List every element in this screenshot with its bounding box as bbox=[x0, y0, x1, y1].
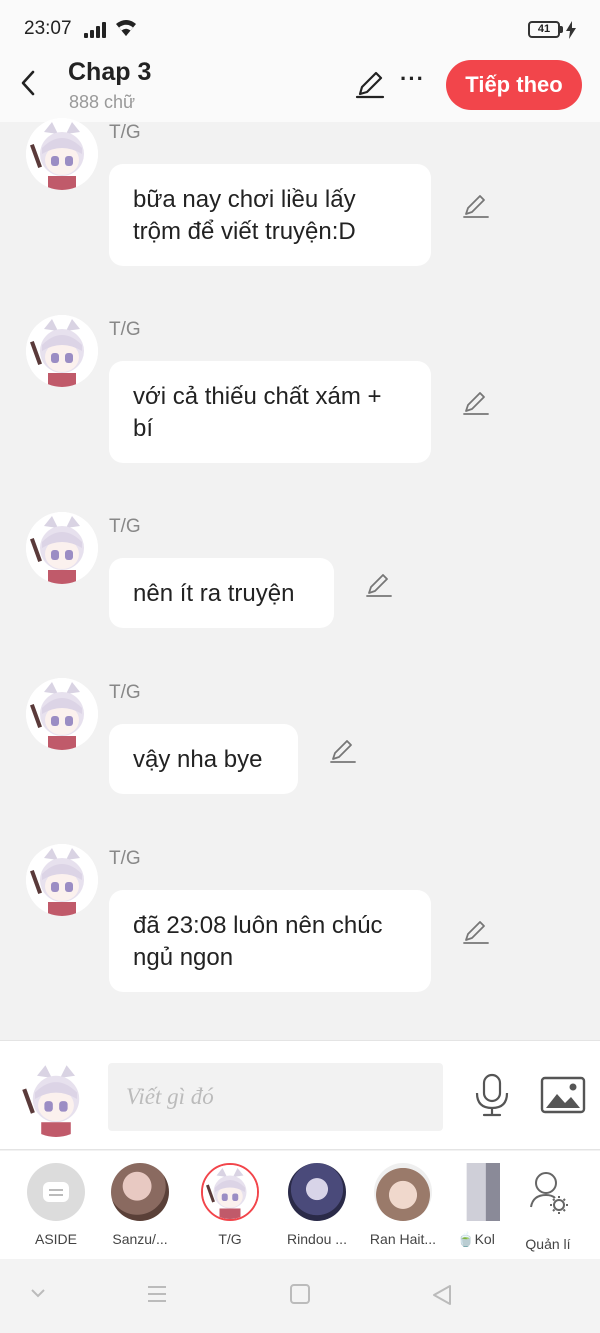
character-label: Quản lí bbox=[525, 1236, 571, 1252]
avatar[interactable] bbox=[26, 512, 98, 584]
more-options-button[interactable]: ··· bbox=[400, 68, 428, 96]
character-sanzu[interactable]: Sanzu/... bbox=[100, 1163, 180, 1247]
chapter-header: Chap 3 888 chữ ··· Tiếp theo bbox=[0, 56, 600, 122]
character-strip: ASIDE Sanzu/... T/G Rindou ... Ran Hait.… bbox=[0, 1151, 600, 1259]
sender-name: T/G bbox=[109, 319, 141, 340]
character-label: Ran Hait... bbox=[369, 1231, 437, 1247]
battery-tip bbox=[560, 26, 563, 33]
character-aside[interactable]: ASIDE bbox=[16, 1163, 96, 1247]
edit-message-icon[interactable] bbox=[329, 737, 357, 765]
message-bubble[interactable]: đã 23:08 luôn nên chúc ngủ ngon bbox=[109, 890, 431, 992]
signal-icon bbox=[84, 22, 110, 38]
page-title: Chap 3 bbox=[68, 58, 152, 86]
character-tg[interactable]: T/G bbox=[190, 1163, 270, 1247]
avatar[interactable] bbox=[26, 678, 98, 750]
avatar bbox=[111, 1163, 169, 1221]
battery-indicator: 41 bbox=[528, 21, 560, 38]
message-bubble[interactable]: với cả thiếu chất xám + bí bbox=[109, 361, 431, 463]
character-label: ASIDE bbox=[34, 1231, 77, 1247]
next-button[interactable]: Tiếp theo bbox=[446, 60, 582, 110]
character-ran[interactable]: Ran Hait... bbox=[363, 1163, 443, 1247]
character-label: Rindou ... bbox=[287, 1231, 347, 1247]
avatar[interactable] bbox=[26, 315, 98, 387]
word-count: 888 chữ bbox=[69, 92, 136, 112]
message-composer bbox=[0, 1040, 600, 1150]
microphone-icon[interactable] bbox=[472, 1073, 512, 1117]
sender-name: T/G bbox=[109, 848, 141, 869]
home-icon[interactable] bbox=[289, 1283, 311, 1305]
message-bubble[interactable]: vậy nha bye bbox=[109, 724, 298, 794]
menu-icon[interactable] bbox=[146, 1283, 168, 1305]
edit-message-icon[interactable] bbox=[462, 192, 490, 220]
character-label: Sanzu/... bbox=[112, 1231, 168, 1247]
chevron-down-icon[interactable] bbox=[28, 1283, 48, 1303]
status-time: 23:07 bbox=[24, 18, 72, 39]
avatar bbox=[452, 1163, 500, 1221]
avatar[interactable] bbox=[26, 844, 98, 916]
avatar[interactable] bbox=[26, 118, 98, 190]
edit-title-button[interactable] bbox=[354, 68, 386, 100]
charging-icon bbox=[566, 21, 576, 39]
back-triangle-icon[interactable] bbox=[430, 1283, 454, 1307]
message-bubble[interactable]: bữa nay chơi liều lấy trộm để viết truyệ… bbox=[109, 164, 431, 266]
character-kol[interactable]: 🍵Kol bbox=[444, 1163, 508, 1248]
message-input[interactable] bbox=[108, 1063, 443, 1131]
edit-message-icon[interactable] bbox=[462, 918, 490, 946]
user-gear-icon bbox=[530, 1172, 568, 1214]
system-nav-bar bbox=[0, 1259, 600, 1333]
manage-characters-button[interactable]: Quản lí bbox=[508, 1163, 588, 1252]
current-character-avatar[interactable] bbox=[18, 1061, 94, 1137]
edit-message-icon[interactable] bbox=[365, 571, 393, 599]
character-label: T/G bbox=[218, 1231, 242, 1247]
avatar bbox=[201, 1163, 259, 1221]
back-button[interactable] bbox=[14, 66, 42, 100]
avatar bbox=[288, 1163, 346, 1221]
avatar bbox=[374, 1163, 432, 1221]
character-rindou[interactable]: Rindou ... bbox=[277, 1163, 357, 1247]
sender-name: T/G bbox=[109, 122, 141, 143]
character-label: 🍵Kol bbox=[457, 1231, 495, 1247]
wifi-icon bbox=[116, 20, 136, 36]
edit-message-icon[interactable] bbox=[462, 389, 490, 417]
chevron-left-icon bbox=[21, 70, 35, 96]
image-icon[interactable] bbox=[540, 1075, 586, 1115]
message-bubble[interactable]: nên ít ra truyện bbox=[109, 558, 334, 628]
sender-name: T/G bbox=[109, 516, 141, 537]
status-bar: 23:07 41 bbox=[0, 0, 600, 56]
aside-icon bbox=[27, 1163, 85, 1221]
sender-name: T/G bbox=[109, 682, 141, 703]
